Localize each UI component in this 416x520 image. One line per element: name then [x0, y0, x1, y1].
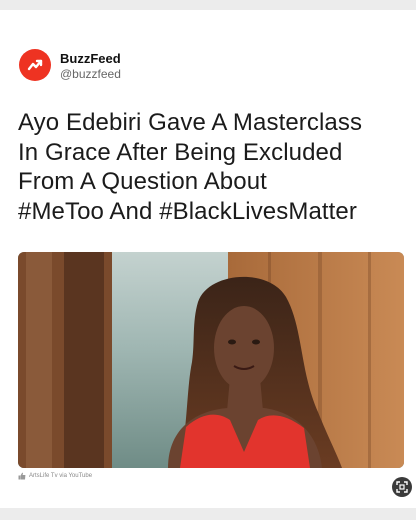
headline-line: In Grace After Being Excluded: [18, 138, 343, 166]
article-photo[interactable]: [18, 252, 404, 468]
thumbs-up-icon: [18, 472, 26, 480]
expand-icon: [396, 481, 408, 493]
image-credit-text: ArtsLife Tv via YouTube: [29, 473, 93, 479]
image-credit: ArtsLife Tv via YouTube: [18, 472, 92, 480]
headline-line: Ayo Edebiri Gave A Masterclass: [18, 109, 363, 136]
headline-line: #MeToo And #BlackLivesMatter: [18, 197, 357, 225]
publisher-avatar[interactable]: [19, 49, 51, 81]
publisher-handle[interactable]: @buzzfeed: [60, 67, 121, 81]
buzzfeed-trending-arrow-icon: [27, 59, 43, 71]
publisher-name[interactable]: BuzzFeed: [60, 51, 121, 66]
headline-line: From A Question About: [18, 168, 267, 195]
headline: Ayo Edebiri Gave A Masterclass In Grace …: [18, 108, 410, 226]
expand-image-button[interactable]: [392, 477, 412, 497]
post-card: BuzzFeed @buzzfeed Ayo Edebiri Gave A Ma…: [0, 10, 416, 508]
photo-illustration: [18, 252, 404, 468]
